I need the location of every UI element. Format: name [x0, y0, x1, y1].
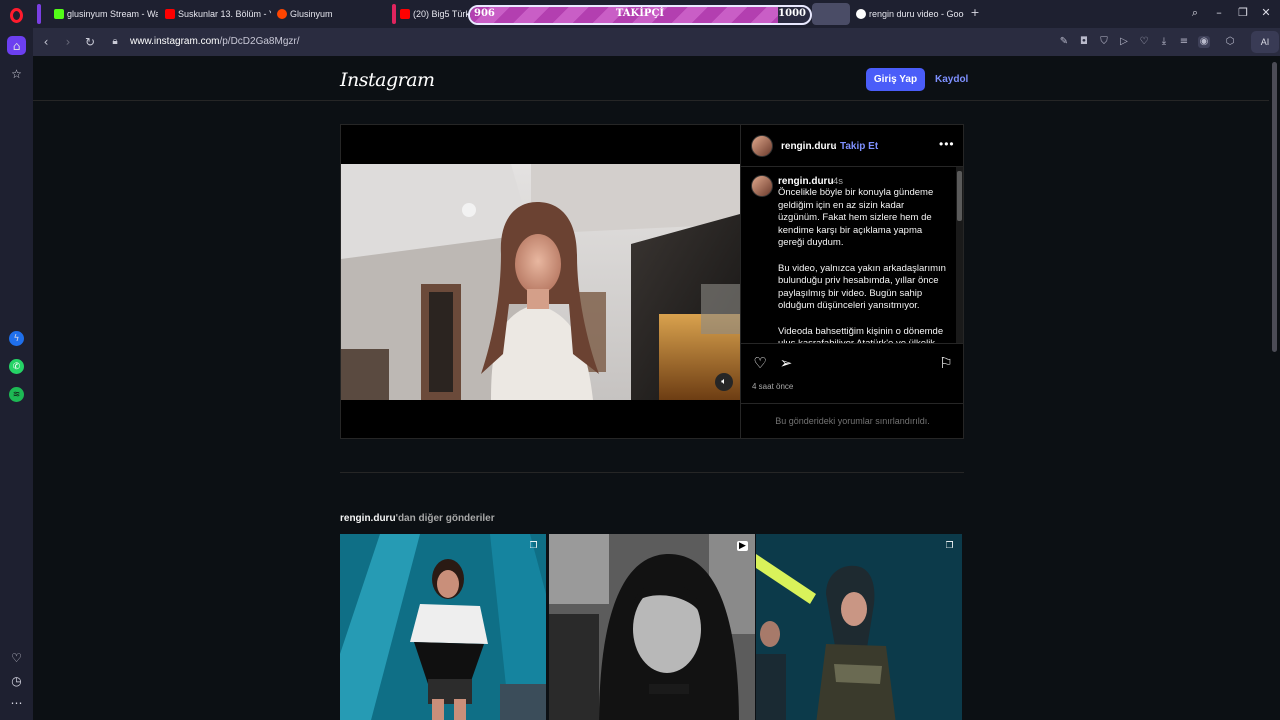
- more-post-thumbnail[interactable]: ▶: [549, 534, 755, 720]
- extension-icon[interactable]: ⬡: [1224, 36, 1236, 48]
- home-icon[interactable]: ⌂: [7, 36, 26, 55]
- pinboard-icon[interactable]: ☆: [7, 64, 26, 83]
- login-button[interactable]: Giriş Yap: [866, 68, 925, 91]
- instagram-page: Instagram Giriş Yap Kaydol 🔈︎ rengin.dur…: [33, 56, 1269, 720]
- reel-icon: ▶: [737, 541, 748, 551]
- like-icon[interactable]: ♡: [751, 354, 769, 372]
- more-posts-title: rengin.duru'dan diğer gönderiler: [340, 513, 495, 524]
- caption-paragraph: Videoda bahsettiğim kişinin o dönemde ul…: [778, 325, 944, 343]
- caption-paragraph: Öncelikle böyle bir konuyla gündeme geld…: [778, 187, 934, 249]
- favorites-icon[interactable]: ♡: [7, 648, 26, 667]
- messenger-icon[interactable]: ϟ: [9, 331, 24, 346]
- avatar[interactable]: [751, 135, 773, 157]
- tab-title: Suskunlar 13. Bölüm - YouTube: [178, 9, 271, 19]
- youtube-icon: [165, 9, 175, 19]
- carousel-icon: ❐: [945, 541, 954, 551]
- tab-kick-stream[interactable]: glusinyum Stream - Watch: [50, 3, 158, 25]
- tab-youtube-suskunlar[interactable]: Suskunlar 13. Bölüm - YouTube: [161, 3, 271, 25]
- caption-text: Öncelikle böyle bir konuyla gündeme geld…: [778, 187, 948, 343]
- minimize-button[interactable]: –: [1212, 6, 1226, 20]
- kick-icon: [54, 9, 64, 19]
- follow-separator: •: [833, 141, 837, 152]
- tab-youtube-big5[interactable]: (20) Big5 Türkiye: [396, 3, 468, 25]
- more-post-thumbnail[interactable]: ❐: [340, 534, 546, 720]
- carousel-icon: ❐: [529, 541, 538, 551]
- thumbnail-image: [756, 534, 962, 720]
- more-post-thumbnail[interactable]: ❐: [756, 534, 962, 720]
- menu-icon[interactable]: ≡: [1178, 36, 1190, 48]
- more-posts-username[interactable]: rengin.duru: [340, 513, 396, 524]
- tab-search-icon[interactable]: ⌕: [1188, 6, 1202, 20]
- goal-label: TAKİPÇİ: [615, 8, 665, 19]
- follower-goal-bar: 906 TAKİPÇİ 1000: [468, 5, 812, 25]
- google-icon: [856, 9, 866, 19]
- tab-title: (20) Big5 Türkiye: [413, 9, 468, 19]
- shield-icon[interactable]: ⛉: [1098, 36, 1110, 48]
- caption-paragraph: Bu video, yalnızca yakın arkadaşlarımın …: [778, 262, 946, 312]
- post-username[interactable]: rengin.duru: [781, 141, 837, 152]
- signup-link[interactable]: Kaydol: [935, 74, 968, 85]
- edit-icon[interactable]: ✎: [1058, 36, 1070, 48]
- heart-icon[interactable]: ♡: [1138, 36, 1150, 48]
- page-scrollbar[interactable]: [1269, 56, 1280, 720]
- history-icon[interactable]: ◷: [7, 671, 26, 690]
- section-divider: [340, 472, 964, 473]
- more-options-icon[interactable]: •••: [939, 137, 955, 151]
- close-window-button[interactable]: ✕: [1259, 6, 1273, 20]
- more-options-icon[interactable]: ⋯: [7, 693, 26, 712]
- more-posts-suffix: 'dan diğer gönderiler: [395, 513, 495, 524]
- header-divider: [33, 100, 1269, 101]
- download-icon[interactable]: ⤓: [1158, 36, 1170, 48]
- post-side-panel: rengin.duru • Takip Et ••• rengin.duru 4…: [740, 125, 964, 438]
- save-bookmark-icon[interactable]: ⚐: [937, 354, 955, 372]
- lock-icon[interactable]: 🔒︎: [108, 35, 122, 49]
- comments-restricted-notice: Bu gönderideki yorumlar sınırlandırıldı.: [741, 403, 964, 438]
- caption-scrollbar[interactable]: [956, 167, 963, 343]
- post-card: 🔈︎ rengin.duru • Takip Et ••• rengin.dur…: [340, 124, 964, 439]
- thumbnail-image: [340, 534, 546, 720]
- video-still: [341, 164, 740, 400]
- youtube-icon: [400, 9, 410, 19]
- tab-title: rengin duru video - Google: [869, 9, 964, 19]
- post-header: rengin.duru • Takip Et •••: [741, 125, 964, 167]
- goal-target: 1000: [778, 8, 806, 19]
- reload-icon[interactable]: ↻: [83, 35, 97, 49]
- video-frame[interactable]: [341, 164, 740, 400]
- play-icon[interactable]: ▷: [1118, 36, 1130, 48]
- follow-button[interactable]: Takip Et: [840, 141, 878, 152]
- ai-button[interactable]: AI: [1251, 31, 1279, 53]
- thumbnail-image: [549, 534, 755, 720]
- new-tab-button[interactable]: +: [968, 6, 982, 20]
- restore-button[interactable]: ❐: [1236, 6, 1250, 20]
- reddit-icon: [277, 9, 287, 19]
- spotify-icon[interactable]: ≋: [9, 387, 24, 402]
- instagram-logo[interactable]: Instagram: [340, 69, 435, 91]
- tab-instagram-active[interactable]: [812, 3, 850, 25]
- caption-scroll-area[interactable]: Öncelikle böyle bir konuyla gündeme geld…: [741, 167, 956, 343]
- address-toolbar: ‹ › ↻ 🔒︎ www.instagram.com/p/DcD2Ga8Mgzr…: [33, 28, 1280, 56]
- post-time: 4 saat önce: [752, 382, 794, 391]
- tab-title: glusinyum Stream - Watch: [67, 9, 158, 19]
- tab-reddit-glusinyum[interactable]: Glusinyum: [273, 3, 383, 25]
- url-field[interactable]: www.instagram.com/p/DcD2Ga8Mgzr/: [130, 36, 300, 47]
- share-icon[interactable]: ➢: [777, 354, 795, 372]
- tab-google-search[interactable]: rengin duru video - Google: [852, 3, 964, 25]
- more-posts-grid: ❐ ▶ ❐: [340, 534, 964, 720]
- mute-toggle-icon[interactable]: 🔈︎: [715, 373, 733, 391]
- profile-icon[interactable]: ◉: [1198, 36, 1210, 48]
- tab-title: Glusinyum: [290, 9, 333, 19]
- post-actions: ♡ ➢ ⚐ 4 saat önce: [741, 343, 964, 403]
- opera-menu-icon[interactable]: [4, 4, 28, 26]
- whatsapp-icon[interactable]: ✆: [9, 359, 24, 374]
- post-video[interactable]: 🔈︎: [341, 125, 740, 438]
- tab-group-marker: [37, 4, 41, 24]
- camera-icon[interactable]: ◘: [1078, 36, 1090, 48]
- browser-sidebar: ⌂ ☆ ϟ ✆ ≋ ♡ ◷ ⋯: [0, 28, 33, 720]
- forward-icon[interactable]: ›: [61, 35, 75, 49]
- back-icon[interactable]: ‹: [39, 35, 53, 49]
